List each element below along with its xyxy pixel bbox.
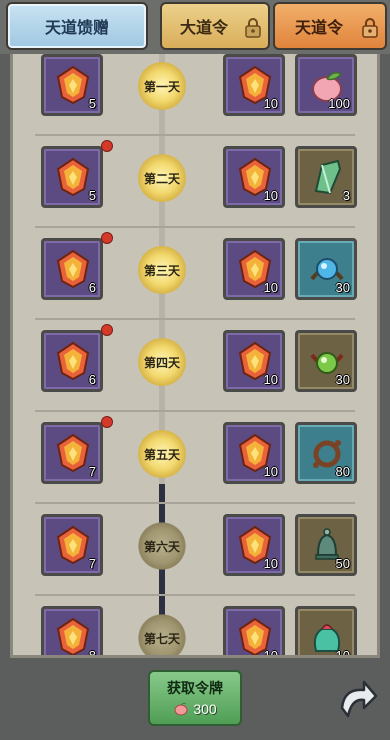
pass-reward-slot[interactable]: 10 bbox=[223, 238, 285, 300]
lock-icon bbox=[245, 18, 261, 38]
day-label: 第七天 bbox=[143, 631, 180, 646]
peach-icon bbox=[174, 702, 188, 716]
reward-quantity: 50 bbox=[335, 556, 350, 571]
tab-dadao-ling[interactable]: 大道令 bbox=[160, 2, 270, 50]
notification-dot bbox=[101, 140, 113, 152]
premium-reward-slot[interactable]: 30 bbox=[295, 330, 357, 392]
reward-quantity: 10 bbox=[263, 280, 278, 295]
notification-dot bbox=[101, 324, 113, 336]
reward-quantity: 10 bbox=[263, 188, 278, 203]
notification-dot bbox=[101, 232, 113, 244]
back-arrow-icon[interactable] bbox=[334, 678, 380, 724]
pass-reward-slot[interactable]: 10 bbox=[223, 422, 285, 484]
reward-quantity: 80 bbox=[335, 464, 350, 479]
premium-reward-slot[interactable]: 30 bbox=[295, 238, 357, 300]
tab-label: 天道令 bbox=[294, 18, 343, 37]
notification-dot bbox=[101, 416, 113, 428]
day-marker: 第七天 bbox=[138, 614, 186, 655]
day-marker: 第六天 bbox=[138, 522, 186, 570]
tab-label: 大道令 bbox=[179, 18, 228, 37]
jade-crystal-icon bbox=[314, 159, 342, 195]
day-label: 第二天 bbox=[143, 171, 180, 186]
bottom-bar: 获取令牌 300 bbox=[0, 658, 390, 740]
reward-quantity: 30 bbox=[335, 372, 350, 387]
day-label: 第六天 bbox=[143, 539, 180, 554]
premium-reward-slot[interactable]: 10 bbox=[295, 606, 357, 658]
day-label: 第四天 bbox=[143, 355, 180, 370]
reward-quantity: 7 bbox=[88, 464, 96, 479]
tab-tiandao-gift[interactable]: 天道馈赠 bbox=[6, 2, 148, 50]
fire-gem-icon bbox=[56, 525, 90, 565]
pass-reward-slot[interactable]: 10 bbox=[223, 146, 285, 208]
premium-reward-slot[interactable]: 80 bbox=[295, 422, 357, 484]
reward-quantity: 5 bbox=[88, 188, 96, 203]
fire-gem-icon bbox=[56, 157, 90, 197]
pass-reward-slot[interactable]: 10 bbox=[223, 514, 285, 576]
free-reward-slot[interactable]: 8 bbox=[41, 606, 103, 658]
day-label: 第一天 bbox=[143, 79, 180, 94]
free-reward-slot[interactable]: 5 bbox=[41, 146, 103, 208]
reward-quantity: 100 bbox=[328, 96, 350, 111]
day-row: 7 第五天 10 80 bbox=[13, 412, 377, 504]
reward-quantity: 8 bbox=[88, 648, 96, 658]
day-row: 7 第六天 10 50 bbox=[13, 504, 377, 596]
fire-gem-icon bbox=[56, 249, 90, 289]
day-row: 6 第四天 10 30 bbox=[13, 320, 377, 412]
free-reward-slot[interactable]: 7 bbox=[41, 514, 103, 576]
reward-list[interactable]: 5 第一天 10 100 5 第二天 10 3 6 第三天 10 30 6 第四天 10 30 7 第五天 10 80… bbox=[13, 54, 377, 658]
day-row: 5 第一天 10 100 bbox=[13, 54, 377, 136]
day-marker: 第一天 bbox=[138, 62, 186, 110]
reward-quantity: 10 bbox=[263, 556, 278, 571]
reward-quantity: 10 bbox=[263, 648, 278, 658]
day-row: 6 第三天 10 30 bbox=[13, 228, 377, 320]
free-reward-slot[interactable]: 6 bbox=[41, 330, 103, 392]
day-label: 第五天 bbox=[143, 447, 180, 462]
reward-quantity: 10 bbox=[263, 372, 278, 387]
premium-reward-slot[interactable]: 3 bbox=[295, 146, 357, 208]
day-label: 第三天 bbox=[143, 263, 180, 278]
get-token-button[interactable]: 获取令牌 300 bbox=[148, 670, 242, 726]
reward-quantity: 10 bbox=[263, 464, 278, 479]
price-value: 300 bbox=[193, 701, 217, 717]
premium-reward-slot[interactable]: 50 bbox=[295, 514, 357, 576]
reward-quantity: 10 bbox=[335, 648, 350, 658]
fire-gem-icon bbox=[56, 617, 90, 655]
fire-gem-icon bbox=[56, 65, 90, 105]
premium-reward-slot[interactable]: 100 bbox=[295, 54, 357, 116]
reward-quantity: 5 bbox=[88, 96, 96, 111]
get-token-label: 获取令牌 bbox=[167, 681, 223, 697]
reward-quantity: 3 bbox=[342, 188, 350, 203]
reward-quantity: 30 bbox=[335, 280, 350, 295]
pass-reward-slot[interactable]: 10 bbox=[223, 606, 285, 658]
day-row: 5 第二天 10 3 bbox=[13, 136, 377, 228]
day-marker: 第三天 bbox=[138, 246, 186, 294]
pass-reward-slot[interactable]: 10 bbox=[223, 330, 285, 392]
pass-reward-slot[interactable]: 10 bbox=[223, 54, 285, 116]
lock-icon bbox=[362, 18, 378, 38]
free-reward-slot[interactable]: 7 bbox=[41, 422, 103, 484]
day-marker: 第四天 bbox=[138, 338, 186, 386]
reward-panel[interactable]: 5 第一天 10 100 5 第二天 10 3 6 第三天 10 30 6 第四天 10 30 7 第五天 10 80… bbox=[10, 54, 380, 658]
day-row: 8 第七天 10 10 bbox=[13, 596, 377, 658]
tab-label: 天道馈赠 bbox=[44, 18, 109, 37]
fire-gem-icon bbox=[56, 433, 90, 473]
tab-bar: 天道馈赠 大道令 天道令 bbox=[0, 0, 390, 54]
day-marker: 第五天 bbox=[138, 430, 186, 478]
free-reward-slot[interactable]: 5 bbox=[41, 54, 103, 116]
price-display: 300 bbox=[173, 701, 217, 717]
tab-tiandao-ling[interactable]: 天道令 bbox=[273, 2, 387, 50]
reward-quantity: 7 bbox=[88, 556, 96, 571]
reward-quantity: 10 bbox=[263, 96, 278, 111]
free-reward-slot[interactable]: 6 bbox=[41, 238, 103, 300]
day-marker: 第二天 bbox=[138, 154, 186, 202]
fire-gem-icon bbox=[56, 341, 90, 381]
reward-quantity: 6 bbox=[88, 372, 96, 387]
reward-quantity: 6 bbox=[88, 280, 96, 295]
